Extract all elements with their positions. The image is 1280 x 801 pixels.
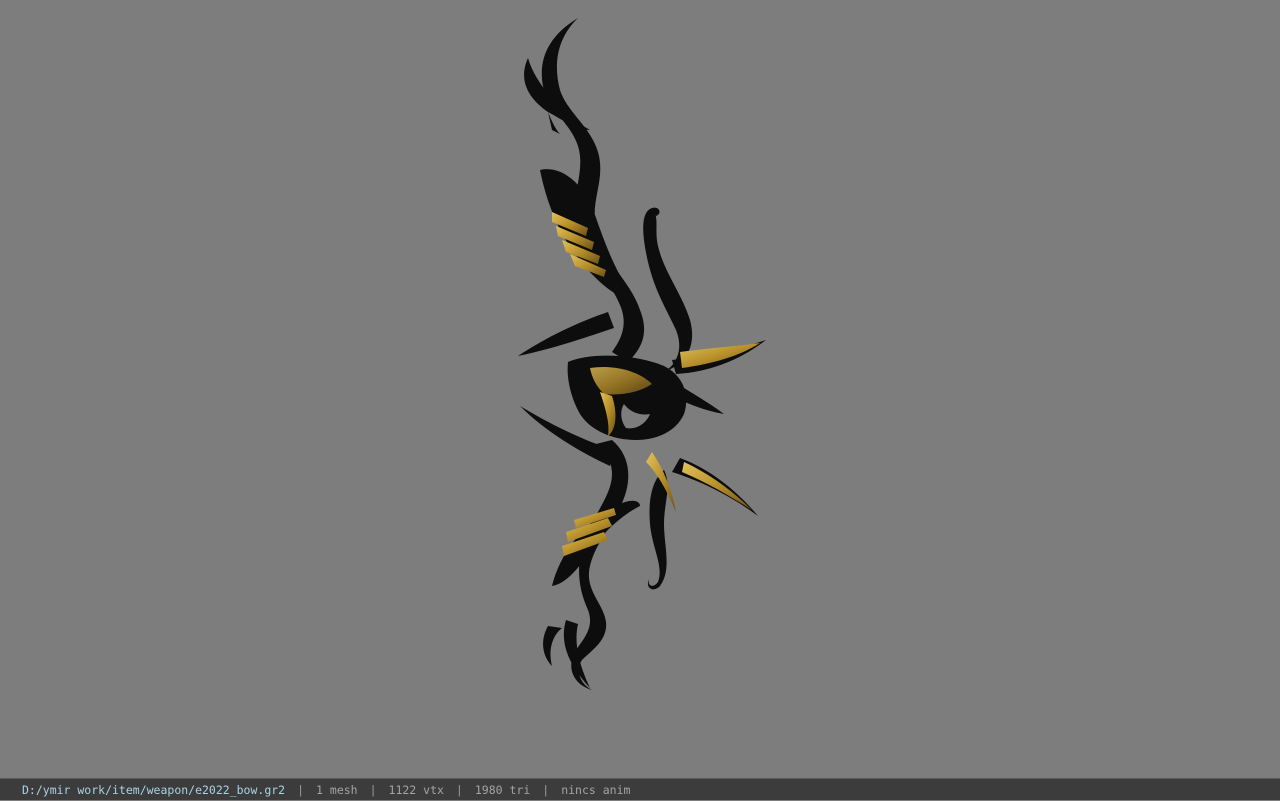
vertex-count: 1122 vtx <box>388 783 444 797</box>
separator: | <box>297 783 305 797</box>
status-bar: D:/ymir work/item/weapon/e2022_bow.gr2 | 1… <box>0 778 1280 800</box>
bow-model-render <box>518 18 766 690</box>
3d-viewport[interactable] <box>0 0 1280 778</box>
separator: | <box>369 783 377 797</box>
mesh-count: 1 mesh <box>316 783 358 797</box>
separator: | <box>542 783 550 797</box>
separator: | <box>455 783 463 797</box>
file-path: D:/ymir work/item/weapon/e2022_bow.gr2 <box>22 783 286 797</box>
triangle-count: 1980 tri <box>474 783 531 797</box>
anim-status: nincs anim <box>561 783 631 797</box>
